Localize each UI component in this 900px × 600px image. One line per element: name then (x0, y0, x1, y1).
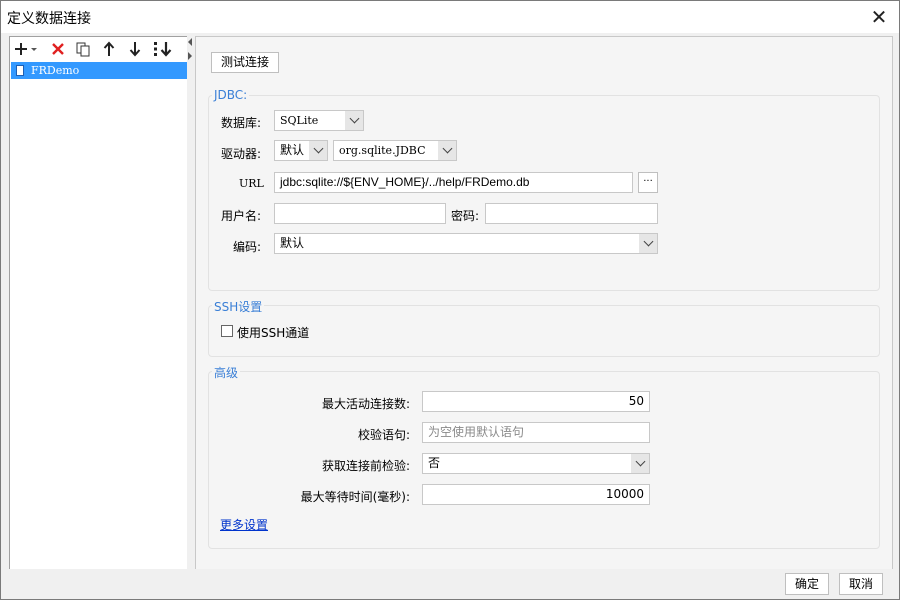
more-settings-link[interactable]: 更多设置 (220, 516, 268, 533)
validation-input[interactable]: 为空使用默认语句 (422, 422, 650, 443)
sort-icon[interactable] (151, 40, 175, 58)
encoding-select[interactable]: 默认 (274, 233, 658, 254)
database-select[interactable]: SQLite (274, 110, 364, 131)
encoding-value: 默认 (280, 236, 305, 250)
chevron-down-icon (309, 141, 327, 160)
list-toolbar (10, 37, 188, 61)
move-up-icon[interactable] (99, 40, 119, 58)
max-wait-input[interactable]: 10000 (422, 484, 650, 505)
chevron-down-icon (631, 454, 649, 473)
footer-bar: 确定 取消 (1, 569, 899, 599)
validation-label: 校验语句: (357, 428, 410, 442)
username-input[interactable] (274, 203, 446, 224)
password-input[interactable] (485, 203, 658, 224)
advanced-group-title: 高级 (212, 364, 241, 381)
test-before-label: 获取连接前检验: (321, 459, 410, 473)
test-before-value: 否 (428, 456, 441, 470)
username-label: 用户名: (221, 209, 262, 223)
database-value: SQLite (280, 114, 319, 127)
copy-icon[interactable] (73, 40, 93, 58)
add-icon[interactable] (14, 40, 40, 58)
driver-class-select[interactable]: org.sqlite.JDBC (333, 140, 457, 161)
driver-label: 驱动器: (221, 147, 262, 161)
test-connection-button[interactable]: 测试连接 (211, 52, 279, 73)
close-icon[interactable]: ✕ (867, 5, 891, 29)
connection-list-pane: FRDemo (9, 36, 189, 571)
chevron-down-icon (345, 111, 363, 130)
window-title: 定义数据连接 (7, 11, 91, 27)
database-label: 数据库: (221, 116, 262, 130)
driver-mode-select[interactable]: 默认 (274, 140, 328, 161)
ssh-group-title: SSH设置 (212, 298, 265, 315)
max-active-input[interactable]: 50 (422, 391, 650, 412)
url-label: URL (239, 177, 264, 190)
connection-settings-pane: 测试连接 JDBC: 数据库: SQLite 驱动器: 默认 org.sqlit… (195, 36, 893, 571)
jdbc-group-title: JDBC: (212, 88, 250, 102)
pane-splitter[interactable] (187, 36, 195, 569)
move-down-icon[interactable] (125, 40, 145, 58)
list-item[interactable]: FRDemo (11, 62, 187, 79)
max-wait-label: 最大等待时间(毫秒): (300, 490, 410, 504)
driver-class-value: org.sqlite.JDBC (339, 144, 426, 157)
chevron-down-icon (639, 234, 657, 253)
url-input[interactable]: jdbc:sqlite://${ENV_HOME}/../help/FRDemo… (274, 172, 633, 193)
encoding-label: 编码: (233, 240, 262, 254)
cancel-button[interactable]: 取消 (839, 573, 883, 595)
use-ssh-checkbox[interactable] (221, 325, 233, 337)
database-icon (16, 65, 24, 76)
dialog-window: 定义数据连接 ✕ FRDemo 测试连接 JDBC: 数据库: SQLite 驱… (0, 0, 900, 600)
ok-button[interactable]: 确定 (785, 573, 829, 595)
delete-icon[interactable] (48, 40, 68, 58)
max-active-label: 最大活动连接数: (321, 397, 410, 411)
expand-right-icon[interactable] (188, 52, 192, 60)
test-before-select[interactable]: 否 (422, 453, 650, 474)
password-label: 密码: (451, 209, 480, 223)
title-bar: 定义数据连接 ✕ (1, 1, 899, 33)
collapse-left-icon[interactable] (188, 38, 192, 46)
list-item-label: FRDemo (31, 64, 80, 77)
use-ssh-label: 使用SSH通道 (237, 326, 310, 340)
url-browse-button[interactable]: ··· (638, 172, 658, 193)
driver-mode-value: 默认 (280, 143, 305, 157)
chevron-down-icon (438, 141, 456, 160)
